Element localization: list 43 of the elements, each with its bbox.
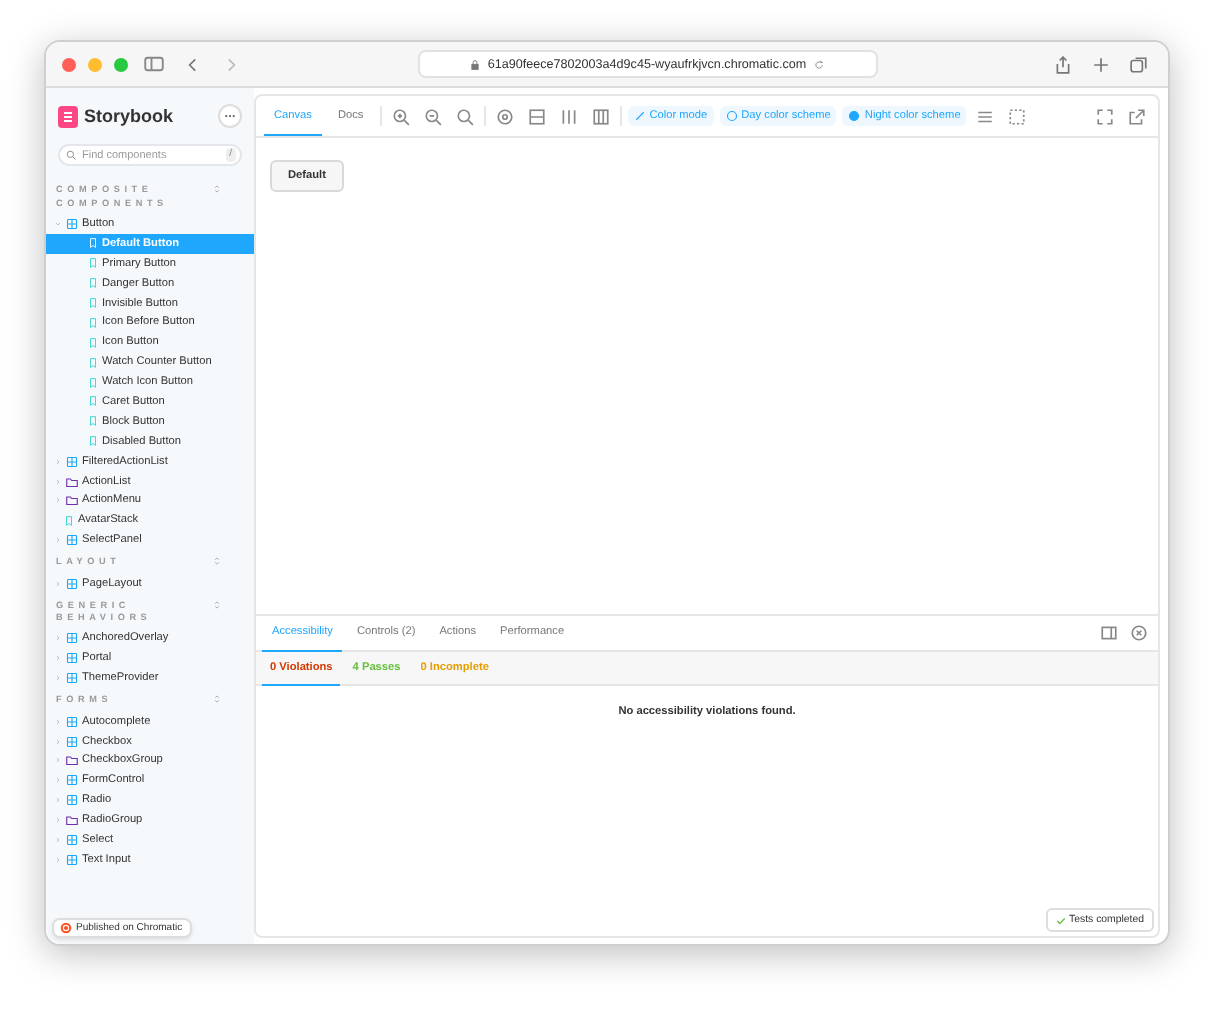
grid-icon[interactable] bbox=[523, 103, 550, 129]
expand-collapse-icon bbox=[212, 599, 222, 610]
bookmark-icon bbox=[64, 515, 74, 526]
component-icon bbox=[66, 652, 78, 665]
circle-icon bbox=[725, 110, 738, 122]
close-icon[interactable] bbox=[1126, 620, 1152, 646]
component-icon bbox=[66, 455, 78, 468]
component-icon bbox=[66, 715, 78, 728]
component-icon bbox=[66, 774, 78, 787]
fullscreen-icon[interactable] bbox=[1092, 103, 1118, 129]
component-icon bbox=[66, 853, 78, 866]
reload-icon bbox=[814, 59, 825, 69]
component-icon bbox=[66, 735, 78, 748]
expand-collapse-icon bbox=[212, 184, 222, 194]
component-icon bbox=[66, 794, 78, 807]
search-icon bbox=[66, 150, 76, 160]
lock-icon bbox=[469, 59, 480, 69]
maximize-button[interactable] bbox=[114, 57, 128, 71]
zoom-in-icon[interactable] bbox=[387, 103, 414, 129]
folder-icon bbox=[66, 754, 78, 767]
logo-icon bbox=[58, 105, 78, 127]
component-icon bbox=[66, 577, 78, 590]
component-icon bbox=[66, 672, 78, 685]
close-button[interactable] bbox=[62, 57, 76, 71]
expand-collapse-icon bbox=[212, 556, 222, 567]
folder-icon bbox=[66, 814, 78, 827]
component-icon bbox=[66, 217, 78, 230]
open-new-icon[interactable] bbox=[1124, 103, 1150, 129]
component-icon bbox=[66, 534, 78, 547]
component-icon bbox=[66, 632, 78, 645]
ruler-icon[interactable] bbox=[587, 103, 614, 129]
logo-text: Storybook bbox=[84, 106, 174, 126]
ring-icon bbox=[60, 922, 72, 934]
filled-circle-icon bbox=[848, 110, 861, 122]
component-icon bbox=[66, 833, 78, 846]
check-icon bbox=[1055, 915, 1066, 925]
brush-icon bbox=[633, 110, 646, 122]
expand-collapse-icon bbox=[212, 694, 222, 705]
frame-icon[interactable] bbox=[1004, 103, 1031, 129]
tabs-icon[interactable] bbox=[1126, 51, 1152, 77]
zoom-reset-icon[interactable] bbox=[451, 103, 478, 129]
zoom-out-icon[interactable] bbox=[419, 103, 446, 129]
target-icon[interactable] bbox=[491, 103, 518, 129]
